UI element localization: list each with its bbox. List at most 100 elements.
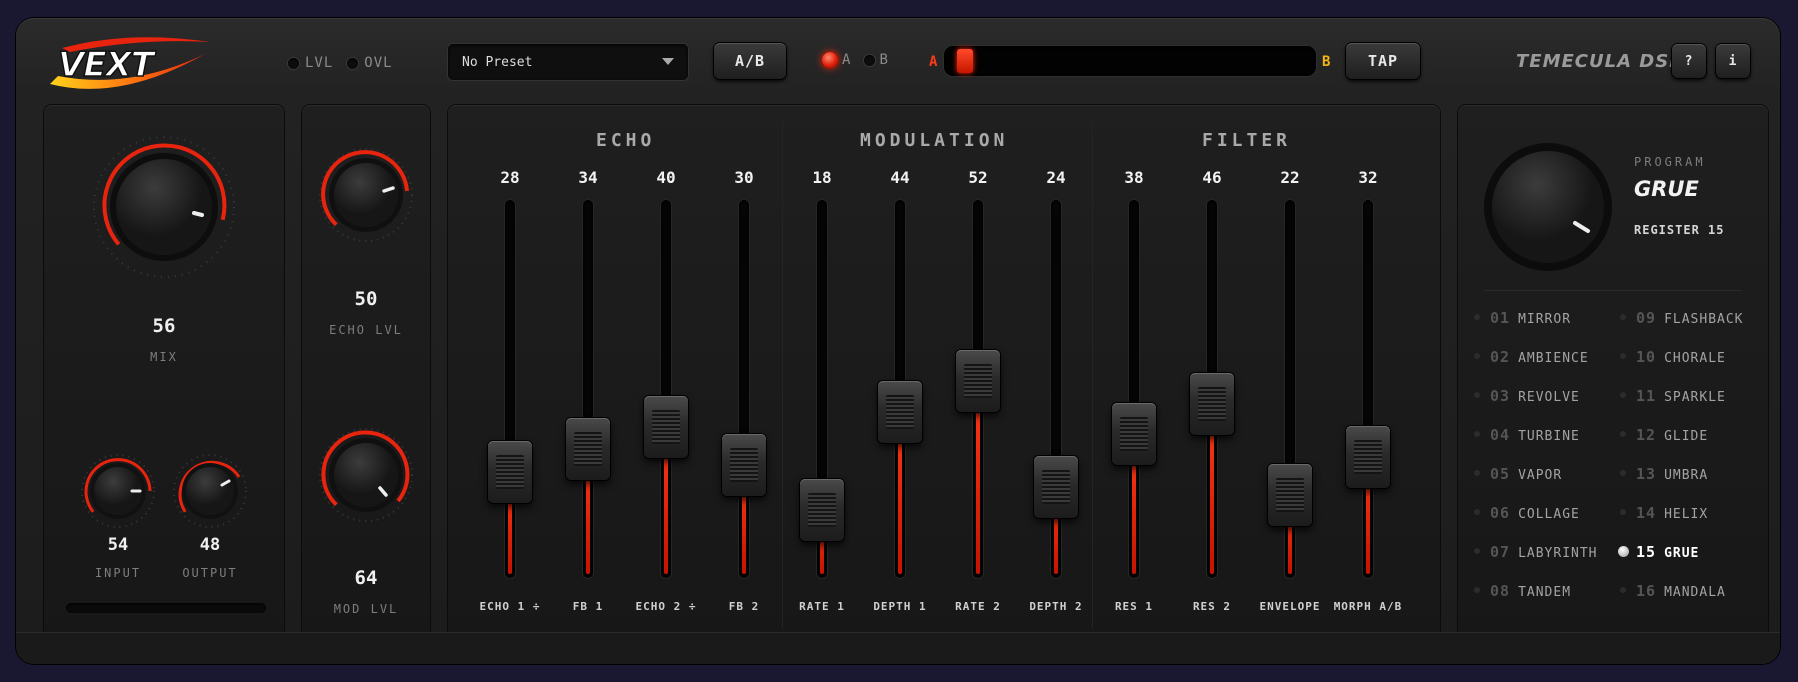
fader-label: MORPH A/B [1333, 600, 1403, 613]
program-item-name: REVOLVE [1518, 390, 1580, 405]
fader-cap[interactable] [956, 350, 1000, 413]
program-item[interactable]: 13 UMBRA [1620, 465, 1708, 483]
fader-cap[interactable] [488, 441, 532, 504]
info-button[interactable]: i [1716, 44, 1750, 78]
program-dot [1474, 353, 1480, 359]
fader-track[interactable] [1129, 200, 1139, 578]
program-panel: PROGRAM GRUE REGISTER 15 01 MIRROR 02 AMBIE… [1458, 105, 1768, 645]
fader-cap[interactable] [878, 380, 922, 443]
help-button[interactable]: ? [1672, 44, 1706, 78]
program-item[interactable]: 10 CHORALE [1620, 348, 1726, 366]
fader-track[interactable] [583, 200, 593, 578]
fader-cap[interactable] [1268, 463, 1312, 526]
fader-value: 34 [578, 168, 598, 187]
fader-track[interactable] [1363, 200, 1373, 578]
fader-cap[interactable] [722, 433, 766, 496]
mod-lvl-knob[interactable] [318, 427, 414, 523]
program-item[interactable]: 14 HELIX [1620, 504, 1708, 522]
vext-logo: VEXT [50, 37, 210, 89]
program-item-name: COLLAGE [1518, 507, 1580, 522]
fader-track[interactable] [661, 200, 671, 578]
program-item[interactable]: 01 MIRROR [1474, 309, 1571, 327]
header-bar: VEXT LVL OVL No Preset A/B A B A B TAP T… [16, 18, 1780, 104]
fader-cap[interactable] [1346, 426, 1390, 489]
ab-button[interactable]: A/B [714, 43, 786, 79]
input-label: INPUT [94, 566, 142, 580]
program-item-name: MANDALA [1664, 585, 1726, 600]
preset-dropdown[interactable]: No Preset [448, 44, 688, 80]
program-number: 11 [1636, 387, 1657, 405]
program-item-name: CHORALE [1664, 351, 1726, 366]
program-item[interactable]: 03 REVOLVE [1474, 387, 1580, 405]
program-item[interactable]: 02 AMBIENCE [1474, 348, 1589, 366]
tap-button-label: TAP [1367, 52, 1399, 70]
a-label: A [842, 52, 851, 68]
program-item[interactable]: 07 LABYRINTH [1474, 543, 1598, 561]
morph-slider-thumb[interactable] [956, 49, 973, 73]
program-item[interactable]: 04 TURBINE [1474, 426, 1580, 444]
fader-track[interactable] [739, 200, 749, 578]
level-meters: LVL OVL [288, 55, 393, 71]
fader-value: 38 [1124, 168, 1144, 187]
fader-label: RES 1 [1114, 600, 1154, 613]
lvl-label: LVL [305, 55, 334, 71]
program-dot [1474, 548, 1480, 554]
ab-button-label: A/B [734, 52, 766, 70]
morph-slider[interactable] [944, 46, 1316, 76]
section-divider [1092, 120, 1093, 628]
fader-label: ECHO 2 ÷ [635, 600, 697, 613]
fader-cap[interactable] [1112, 403, 1156, 466]
program-number: 04 [1490, 426, 1511, 444]
ovl-label: OVL [364, 55, 393, 71]
mod-lvl-value: 64 [354, 567, 378, 589]
program-item-name: TANDEM [1518, 585, 1572, 600]
program-number: 13 [1636, 465, 1657, 483]
program-number: 12 [1636, 426, 1657, 444]
program-number: 06 [1490, 504, 1511, 522]
fader-label: RATE 1 [799, 600, 845, 613]
program-dot [1620, 509, 1626, 515]
filter-section-title: FILTER [1202, 130, 1292, 151]
mix-knob[interactable] [90, 133, 238, 281]
fader-cap[interactable] [566, 418, 610, 481]
fader-cap[interactable] [800, 478, 844, 541]
program-dot [1620, 314, 1626, 320]
fader-label: DEPTH 2 [1029, 600, 1083, 613]
meter-bar [66, 603, 266, 613]
preset-value: No Preset [462, 54, 533, 70]
fader-track[interactable] [1051, 200, 1061, 578]
program-number: 15 [1636, 543, 1657, 561]
fader-track[interactable] [505, 200, 515, 578]
program-item[interactable]: 08 TANDEM [1474, 582, 1572, 600]
mix-label: MIX [150, 350, 178, 364]
program-dot [1620, 431, 1626, 437]
chevron-down-icon [662, 58, 674, 65]
mix-value: 56 [152, 315, 176, 337]
program-item[interactable]: 11 SPARKLE [1620, 387, 1726, 405]
input-knob[interactable] [80, 453, 156, 529]
program-dot [1474, 587, 1480, 593]
fader-cap[interactable] [1034, 456, 1078, 519]
plugin-window: VEXT LVL OVL No Preset A/B A B A B TAP T… [16, 18, 1780, 664]
fader-value: 28 [500, 168, 520, 187]
echo-lvl-knob[interactable] [318, 147, 414, 243]
program-item[interactable]: 12 GLIDE [1620, 426, 1708, 444]
output-value: 48 [199, 535, 221, 555]
program-item[interactable]: 16 MANDALA [1620, 582, 1726, 600]
fader-value: 40 [656, 168, 676, 187]
fader-value: 44 [890, 168, 910, 187]
tap-button[interactable]: TAP [1346, 43, 1420, 79]
program-item[interactable]: 09 FLASHBACK [1620, 309, 1744, 327]
program-item[interactable]: 15 GRUE [1618, 543, 1699, 561]
program-item[interactable]: 05 VAPOR [1474, 465, 1562, 483]
program-dot [1474, 431, 1480, 437]
output-knob[interactable] [172, 453, 248, 529]
fader-cap[interactable] [1190, 373, 1234, 436]
program-number: 16 [1636, 582, 1657, 600]
fader-label: ENVELOPE [1259, 600, 1321, 613]
fader-cap[interactable] [644, 395, 688, 458]
program-knob[interactable] [1482, 141, 1614, 273]
program-item[interactable]: 06 COLLAGE [1474, 504, 1580, 522]
help-icon: ? [1684, 53, 1694, 69]
program-dot [1620, 392, 1626, 398]
